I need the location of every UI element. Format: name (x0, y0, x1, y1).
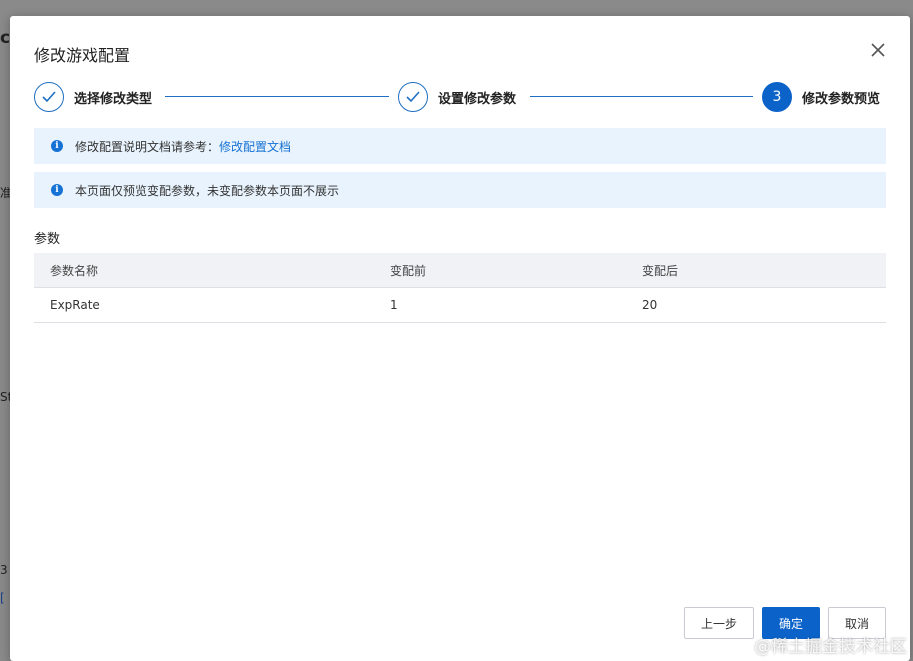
table-header-row: 参数名称 变配前 变配后 (34, 253, 886, 288)
background-fragment: 3 (0, 563, 8, 577)
info-icon: i (51, 140, 63, 152)
step-connector (530, 96, 753, 97)
params-table: 参数名称 变配前 变配后 ExpRate 1 20 (34, 253, 886, 323)
close-icon-glyph (871, 43, 885, 57)
table-cell: 1 (374, 287, 626, 323)
step-indicator: 选择修改类型 设置修改参数 3 修改参数预览 (34, 80, 886, 114)
column-header: 参数名称 (34, 253, 374, 288)
column-header: 变配后 (626, 253, 886, 288)
close-icon[interactable] (868, 42, 888, 62)
section-title: 参数 (34, 232, 61, 247)
step-preview: 3 修改参数预览 (762, 80, 880, 114)
info-text: 修改配置说明文档请参考： (75, 139, 220, 154)
table-cell: ExpRate (34, 287, 374, 323)
background-fragment: [ (0, 591, 5, 605)
background-fragment: c (0, 28, 11, 48)
watermark: @稀土掘金技术社区 (754, 637, 907, 657)
step-connector (165, 96, 389, 97)
step-number: 3 (762, 82, 792, 112)
info-text: 本页面仅预览变配参数，未变配参数本页面不展示 (75, 183, 340, 198)
modal-title: 修改游戏配置 (34, 46, 131, 65)
step-label: 设置修改参数 (438, 91, 517, 107)
step-label: 修改参数预览 (802, 91, 881, 107)
step-set-params: 设置修改参数 (398, 80, 516, 114)
step-select-type: 选择修改类型 (34, 80, 152, 114)
step-label: 选择修改类型 (74, 91, 153, 107)
info-bar-docs: i 修改配置说明文档请参考： 修改配置文档 (34, 128, 886, 164)
info-icon: i (51, 184, 63, 196)
table-cell: 20 (626, 287, 886, 323)
check-icon (398, 82, 428, 112)
info-bar-preview-note: i 本页面仅预览变配参数，未变配参数本页面不展示 (34, 172, 886, 208)
prev-button[interactable]: 上一步 (684, 607, 754, 639)
modal-dialog: 修改游戏配置 选择修改类型 设置修改参数 3 修改参数预览 i 修改配置说明文档… (10, 16, 910, 661)
table-row: ExpRate 1 20 (34, 287, 886, 323)
check-icon (34, 82, 64, 112)
column-header: 变配前 (374, 253, 626, 288)
config-doc-link[interactable]: 修改配置文档 (219, 138, 291, 155)
